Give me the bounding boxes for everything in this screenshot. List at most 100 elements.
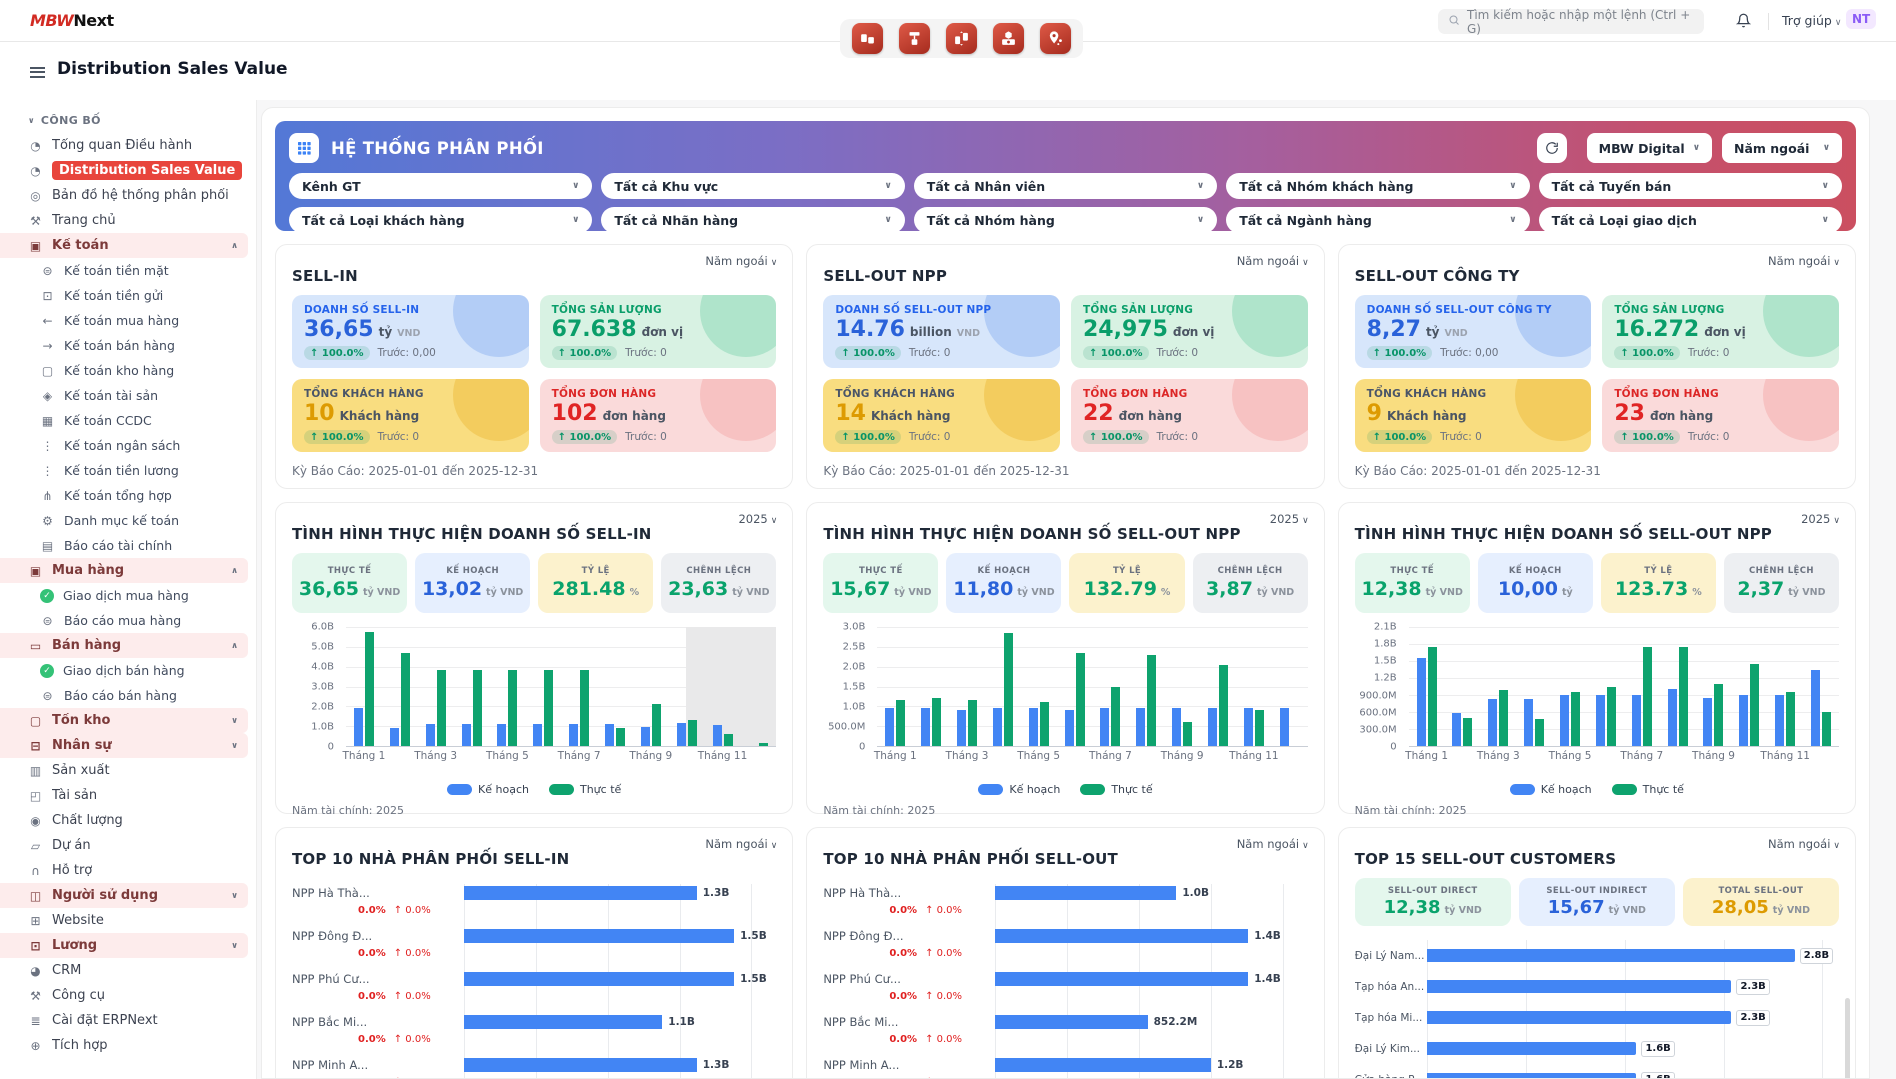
sidebar-item-giao-d-ch-b-n-h-ng[interactable]: ✓Giao dịch bán hàng (0, 658, 248, 683)
actual-bar (652, 704, 661, 746)
kpi-card-label: TỔNG ĐƠN HÀNG (1614, 388, 1827, 400)
filter-select[interactable]: Tất cả Tuyến bán∨ (1539, 173, 1842, 199)
plan-bar (1452, 713, 1461, 746)
sidebar-item-k-to-n[interactable]: ▣Kế toán∧ (0, 233, 248, 258)
panel-period-select[interactable]: Năm ngoái∨ (705, 837, 777, 851)
inventory-app-icon[interactable] (852, 23, 883, 54)
sidebar-item-t-ch-h-p[interactable]: ⊕Tích hợp (0, 1033, 248, 1058)
sidebar-item-b-o-c-o-t-i-ch-nh[interactable]: ▤Báo cáo tài chính (0, 533, 248, 558)
fiscal-year-footer: Năm tài chính: 2025 (292, 804, 776, 817)
sidebar-item-h-tr-[interactable]: ∩Hỗ trợ (0, 858, 248, 883)
notifications-bell-icon[interactable] (1736, 13, 1751, 32)
chevron-down-icon: ∨ (1302, 841, 1309, 851)
top-ranking-panel: Năm ngoái∨TOP 15 SELL-OUT CUSTOMERSSELL-… (1338, 827, 1856, 1079)
previous-value: Trước: 0 (1688, 431, 1730, 443)
sidebar-item-c-ng-c-[interactable]: ⚒Công cụ (0, 983, 248, 1008)
actual-bar (544, 670, 553, 746)
sidebar-item-website[interactable]: ⊞Website (0, 908, 248, 933)
sidebar-item-k-to-n-ti-n-m-t[interactable]: ⊜Kế toán tiền mặt (0, 258, 248, 283)
panel-period-select[interactable]: Năm ngoái∨ (1768, 254, 1840, 268)
sidebar-item-ch-t-l-ng[interactable]: ◉Chất lượng (0, 808, 248, 833)
sidebar-section-cong-bo[interactable]: ∨ CÔNG BỐ (0, 110, 248, 133)
workflow-app-icon[interactable] (899, 23, 930, 54)
sidebar-item-k-to-n-ti-n-l-ng[interactable]: ⋮Kế toán tiền lương (0, 458, 248, 483)
transfer-app-icon[interactable] (946, 23, 977, 54)
panel-year-select[interactable]: 2025∨ (1270, 512, 1309, 526)
sidebar-item-label: Lương (52, 938, 97, 953)
global-search-input[interactable]: Tìm kiếm hoặc nhập một lệnh (Ctrl + G) (1438, 9, 1704, 34)
panel-year-select[interactable]: 2025∨ (738, 512, 777, 526)
filter-select[interactable]: Tất cả Nhóm hàng∨ (914, 207, 1217, 233)
stat-chip-value: 28,05 (1712, 897, 1769, 918)
bar-value-label: 1.3B (703, 887, 730, 899)
sidebar-item-t-n-kho[interactable]: ▢Tồn kho∨ (0, 708, 248, 733)
sidebar-item-b-o-c-o-b-n-h-ng[interactable]: ⊜Báo cáo bán hàng (0, 683, 248, 708)
sidebar-item-d-n[interactable]: ▱Dự án (0, 833, 248, 858)
legend-swatch (1510, 784, 1535, 795)
month-bar-group (1272, 627, 1308, 746)
app-shortcuts-bar (840, 19, 1083, 58)
panel-period-select[interactable]: Năm ngoái∨ (705, 254, 777, 268)
sidebar-item-k-to-n-b-n-h-ng[interactable]: →Kế toán bán hàng (0, 333, 248, 358)
search-placeholder: Tìm kiếm hoặc nhập một lệnh (Ctrl + G) (1467, 8, 1694, 36)
stat-chip-label: THỰC TẾ (328, 566, 372, 576)
growth-badge: ↑ 100.0% (1083, 430, 1149, 444)
filter-select[interactable]: Tất cả Nhân viên∨ (914, 173, 1217, 199)
panel-period-select[interactable]: Năm ngoái∨ (1237, 254, 1309, 268)
sidebar-item-ng-i-s-d-ng[interactable]: ◫Người sử dụng∨ (0, 883, 248, 908)
filter-select[interactable]: Tất cả Khu vực∨ (601, 173, 904, 199)
sidebar-item-b-o-c-o-mua-h-ng[interactable]: ⊜Báo cáo mua hàng (0, 608, 248, 633)
mbw-next-logo[interactable]: MBWNext (30, 11, 114, 30)
sidebar-item-danh-m-c-k-to-n[interactable]: ⚙Danh mục kế toán (0, 508, 248, 533)
filter-select[interactable]: Tất cả Ngành hàng∨ (1226, 207, 1529, 233)
sidebar-item-b-n-h-th-ng-ph-n-ph-i[interactable]: ◎Bản đồ hệ thống phân phối (0, 183, 248, 208)
period-select[interactable]: Năm ngoái∨ (1722, 133, 1842, 163)
sidebar-item-nh-n-s-[interactable]: ⊟Nhân sự∨ (0, 733, 248, 758)
sidebar-item-k-to-n-mua-h-ng[interactable]: ←Kế toán mua hàng (0, 308, 248, 333)
sidebar-item-label: Chất lượng (52, 813, 123, 828)
sidebar-item-label: Kế toán bán hàng (64, 338, 175, 353)
route-app-icon[interactable] (1040, 23, 1071, 54)
panel-period-select[interactable]: Năm ngoái∨ (1768, 837, 1840, 851)
sidebar-item-t-i-s-n[interactable]: ◰Tài sản (0, 783, 248, 808)
sidebar-item-k-to-n-ccdc[interactable]: ▦Kế toán CCDC (0, 408, 248, 433)
sidebar-item-trang-ch-[interactable]: ⚒Trang chủ (0, 208, 248, 233)
filter-select[interactable]: Tất cả Loại khách hàng∨ (289, 207, 592, 233)
payment-app-icon[interactable] (993, 23, 1024, 54)
top-panel-title: TOP 10 NHÀ PHÂN PHỐI SELL-OUT (823, 850, 1307, 868)
sidebar-item-k-to-n-t-ng-h-p[interactable]: ⋔Kế toán tổng hợp (0, 483, 248, 508)
filter-select[interactable]: Kênh GT∨ (289, 173, 592, 199)
user-avatar[interactable]: NT (1846, 9, 1876, 29)
help-menu[interactable]: Trợ giúp∨ (1782, 13, 1841, 28)
org-select[interactable]: MBW Digital∨ (1587, 133, 1712, 163)
sidebar-item-c-i-t-erpnext[interactable]: ≣Cài đặt ERPNext (0, 1008, 248, 1033)
sidebar-item-mua-h-ng[interactable]: ▣Mua hàng∧ (0, 558, 248, 583)
month-bar-group (1200, 627, 1236, 746)
sidebar-item-l-ng[interactable]: ⊡Lương∨ (0, 933, 248, 958)
sidebar-item-s-n-xu-t[interactable]: ▥Sản xuất (0, 758, 248, 783)
sidebar-item-crm[interactable]: ◕CRM (0, 958, 248, 983)
sidebar-item-k-to-n-kho-h-ng[interactable]: ▢Kế toán kho hàng (0, 358, 248, 383)
filter-select[interactable]: Tất cả Nhãn hàng∨ (601, 207, 904, 233)
sidebar-item-distribution-sales-value[interactable]: ◔Distribution Sales Value (0, 158, 248, 183)
panel-year-select[interactable]: 2025∨ (1801, 512, 1840, 526)
panel-period-select[interactable]: Năm ngoái∨ (1237, 837, 1309, 851)
filter-select[interactable]: Tất cả Loại giao dịch∨ (1539, 207, 1842, 233)
plan-bar (885, 708, 894, 746)
sidebar-toggle-icon[interactable] (30, 64, 45, 81)
chevron-down-icon: ∨ (771, 841, 778, 851)
legend-label: Kế hoạch (1541, 783, 1592, 796)
filter-select[interactable]: Tất cả Nhóm khách hàng∨ (1226, 173, 1529, 199)
plan-bar (1172, 708, 1181, 746)
refresh-button[interactable] (1537, 133, 1567, 163)
sidebar-item-giao-d-ch-mua-h-ng[interactable]: ✓Giao dịch mua hàng (0, 583, 248, 608)
sidebar-item-k-to-n-ng-n-s-ch[interactable]: ⋮Kế toán ngân sách (0, 433, 248, 458)
value-bar (464, 1015, 662, 1029)
sidebar-item-t-ng-quan-i-u-h-nh[interactable]: ◔Tổng quan Điều hành (0, 133, 248, 158)
chevron-up-icon: ∧ (231, 641, 238, 651)
panel-scrollbar[interactable] (1845, 998, 1850, 1079)
sidebar-item-k-to-n-ti-n-g-i[interactable]: ⊡Kế toán tiền gửi (0, 283, 248, 308)
legend-swatch (549, 784, 574, 795)
sidebar-item-b-n-h-ng[interactable]: ▭Bán hàng∧ (0, 633, 248, 658)
sidebar-item-k-to-n-t-i-s-n[interactable]: ◈Kế toán tài sản (0, 383, 248, 408)
